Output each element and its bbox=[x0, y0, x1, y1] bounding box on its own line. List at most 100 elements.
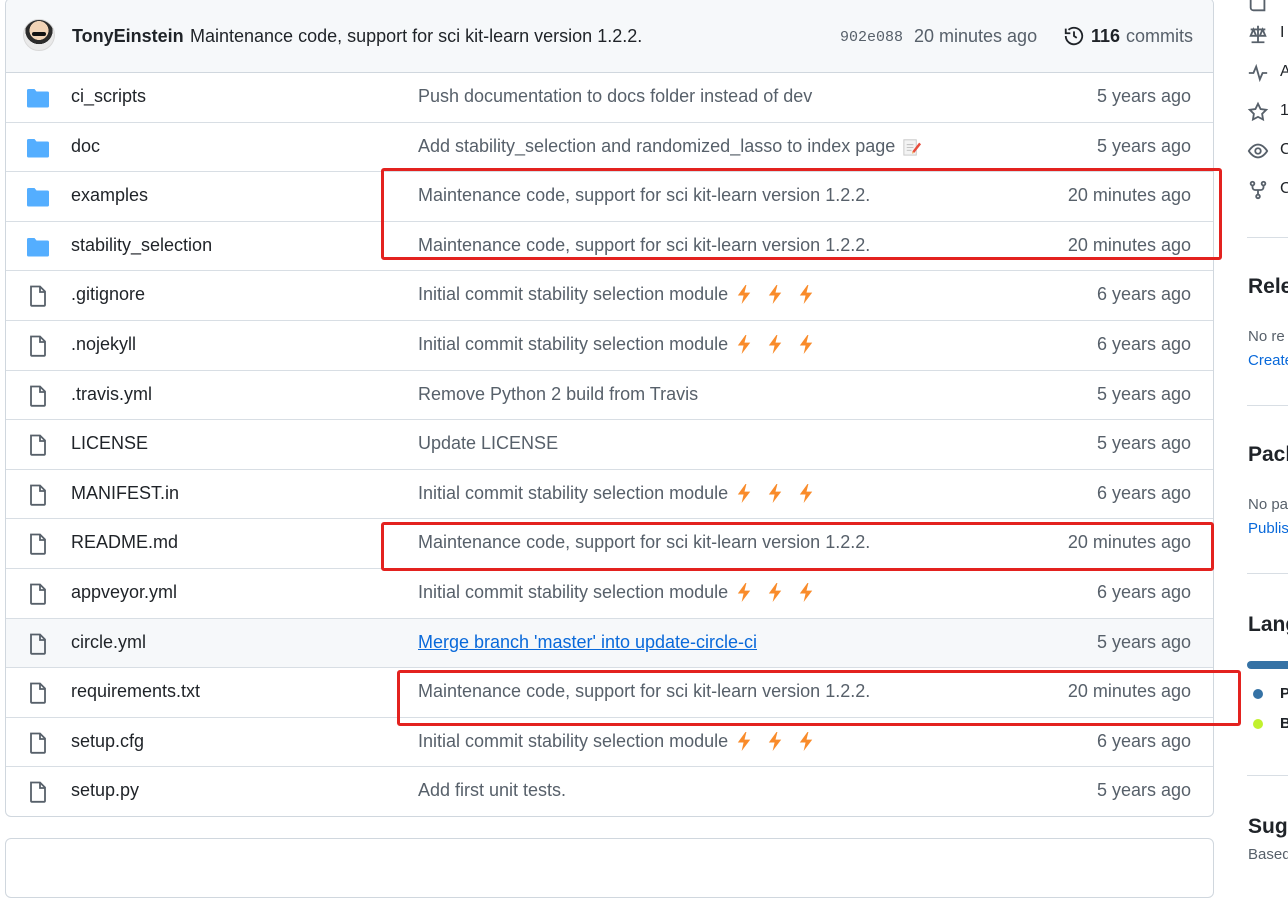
file-name-link[interactable]: MANIFEST.in bbox=[71, 483, 179, 504]
commit-message-text: Maintenance code, support for sci kit-le… bbox=[418, 681, 871, 702]
file-row[interactable]: doc Add stability_selection and randomize… bbox=[6, 123, 1213, 173]
file-icon bbox=[26, 434, 50, 456]
file-row[interactable]: appveyor.yml Initial commit stability sel… bbox=[6, 569, 1213, 619]
commit-message-link[interactable]: Merge branch 'master' into update-circle… bbox=[418, 632, 757, 653]
commit-time[interactable]: 5 years ago bbox=[1097, 632, 1191, 653]
packages-heading[interactable]: Pack bbox=[1248, 443, 1288, 467]
create-release-link[interactable]: Create bbox=[1248, 352, 1288, 369]
commit-message-text: Maintenance code, support for sci kit-le… bbox=[418, 532, 871, 553]
commit-message[interactable]: Maintenance code, support for sci kit-le… bbox=[190, 26, 642, 47]
publish-package-link[interactable]: Publis bbox=[1248, 520, 1288, 537]
language-bar bbox=[1247, 661, 1288, 669]
commit-time[interactable]: 20 minutes ago bbox=[1068, 681, 1191, 702]
commit-message-link[interactable]: Initial commit stability selection modul… bbox=[418, 731, 817, 752]
folder-icon bbox=[26, 87, 50, 109]
commit-message-text: Update LICENSE bbox=[418, 433, 559, 454]
language-label[interactable]: P bbox=[1280, 685, 1288, 702]
commit-message-link[interactable]: Maintenance code, support for sci kit-le… bbox=[418, 681, 870, 702]
file-name-link[interactable]: .nojekyll bbox=[71, 334, 136, 355]
file-name-link[interactable]: ci_scripts bbox=[71, 86, 146, 107]
commit-time: 20 minutes ago bbox=[914, 26, 1038, 46]
commit-message-link[interactable]: Maintenance code, support for sci kit-le… bbox=[418, 532, 870, 553]
commit-message-link[interactable]: Maintenance code, support for sci kit-le… bbox=[418, 235, 870, 256]
file-row[interactable]: setup.cfg Initial commit stability select… bbox=[6, 718, 1213, 768]
commit-message-link[interactable]: Initial commit stability selection modul… bbox=[418, 582, 817, 603]
zap-emoji-icon bbox=[734, 731, 755, 752]
zap-emoji-icon bbox=[734, 284, 755, 305]
commit-message-link[interactable]: Initial commit stability selection modul… bbox=[418, 334, 817, 355]
commit-time[interactable]: 5 years ago bbox=[1097, 136, 1191, 157]
file-row[interactable]: LICENSE Update LICENSE 5 years ago bbox=[6, 420, 1213, 470]
law-icon bbox=[1249, 25, 1267, 44]
commit-time[interactable]: 20 minutes ago bbox=[1068, 235, 1191, 256]
file-row[interactable]: MANIFEST.in Initial commit stability sele… bbox=[6, 470, 1213, 520]
file-row[interactable]: examples Maintenance code, support for sc… bbox=[6, 172, 1213, 222]
commit-time[interactable]: 20 minutes ago bbox=[1068, 532, 1191, 553]
file-row[interactable]: stability_selection Maintenance code, sup… bbox=[6, 222, 1213, 272]
file-row[interactable]: README.md Maintenance code, support for s… bbox=[6, 519, 1213, 569]
commit-time[interactable]: 5 years ago bbox=[1097, 780, 1191, 801]
author-avatar[interactable] bbox=[23, 19, 55, 51]
file-icon bbox=[26, 633, 50, 655]
file-name-link[interactable]: setup.cfg bbox=[71, 731, 144, 752]
language-label[interactable]: B bbox=[1280, 715, 1288, 732]
commit-message-link[interactable]: Initial commit stability selection modul… bbox=[418, 284, 817, 305]
commit-message-link[interactable]: Update LICENSE bbox=[418, 433, 558, 454]
commit-count: 116 bbox=[1091, 25, 1121, 46]
file-name-link[interactable]: circle.yml bbox=[71, 632, 146, 653]
file-name-link[interactable]: appveyor.yml bbox=[71, 582, 177, 603]
sidebar-fragment: I bbox=[1280, 24, 1285, 41]
file-row[interactable]: circle.yml Merge branch 'master' into upd… bbox=[6, 618, 1213, 669]
file-row[interactable]: setup.py Add first unit tests. 5 years ago bbox=[6, 767, 1213, 816]
commit-time[interactable]: 6 years ago bbox=[1097, 731, 1191, 752]
commit-time[interactable]: 5 years ago bbox=[1097, 433, 1191, 454]
suggested-heading: Sugg bbox=[1248, 815, 1288, 838]
commit-time[interactable]: 6 years ago bbox=[1097, 483, 1191, 504]
commit-author[interactable]: TonyEinstein bbox=[72, 26, 184, 47]
commits-label: commits bbox=[1126, 25, 1194, 46]
commit-message-text: Maintenance code, support for sci kit-le… bbox=[418, 185, 871, 206]
commit-message-link[interactable]: Maintenance code, support for sci kit-le… bbox=[418, 185, 870, 206]
commits-count-link[interactable]: 116 commits bbox=[1063, 23, 1193, 49]
file-row[interactable]: ci_scripts Push documentation to docs fol… bbox=[6, 73, 1213, 123]
commit-message-text: Push documentation to docs folder instea… bbox=[418, 86, 813, 106]
repo-sidebar: I A 1 C C Rele No re Create Pack No pa P… bbox=[1232, 0, 1288, 867]
divider bbox=[1247, 405, 1288, 406]
sidebar-fragment: C bbox=[1280, 141, 1288, 158]
commit-message-link[interactable]: Push documentation to docs folder instea… bbox=[418, 86, 812, 107]
releases-heading[interactable]: Rele bbox=[1248, 275, 1288, 299]
zap-emoji-icon bbox=[765, 284, 786, 305]
commit-message-link[interactable]: Remove Python 2 build from Travis bbox=[418, 384, 698, 405]
file-name-link[interactable]: stability_selection bbox=[71, 235, 212, 256]
commit-time[interactable]: 5 years ago bbox=[1097, 384, 1191, 405]
commit-time[interactable]: 6 years ago bbox=[1097, 582, 1191, 603]
file-name-link[interactable]: requirements.txt bbox=[71, 681, 200, 702]
file-name-link[interactable]: LICENSE bbox=[71, 433, 148, 454]
file-row[interactable]: requirements.txt Maintenance code, suppor… bbox=[6, 668, 1213, 718]
file-row[interactable]: .nojekyll Initial commit stability select… bbox=[6, 321, 1213, 371]
commit-time[interactable]: 6 years ago bbox=[1097, 334, 1191, 355]
file-icon bbox=[26, 781, 50, 804]
file-row[interactable]: .travis.yml Remove Python 2 build from Tr… bbox=[6, 371, 1213, 421]
commit-time[interactable]: 20 minutes ago bbox=[1068, 185, 1191, 206]
zap-emoji-icon bbox=[796, 483, 817, 504]
commit-time[interactable]: 5 years ago bbox=[1097, 86, 1191, 107]
commit-message-link[interactable]: Initial commit stability selection modul… bbox=[418, 483, 817, 504]
zap-emoji-icon bbox=[765, 731, 786, 752]
file-name-link[interactable]: README.md bbox=[71, 532, 178, 553]
file-row[interactable]: .gitignore Initial commit stability selec… bbox=[6, 271, 1213, 321]
commit-message-link[interactable]: Add first unit tests. bbox=[418, 780, 566, 801]
commit-message-text: Remove Python 2 build from Travis bbox=[418, 383, 699, 404]
file-name-link[interactable]: examples bbox=[71, 185, 148, 206]
file-name-link[interactable]: .travis.yml bbox=[71, 384, 152, 405]
divider bbox=[1247, 775, 1288, 776]
zap-emoji-icon bbox=[734, 582, 755, 603]
file-name-link[interactable]: .gitignore bbox=[71, 284, 145, 305]
file-icon bbox=[26, 732, 50, 754]
file-name-link[interactable]: doc bbox=[71, 136, 100, 157]
commit-sha[interactable]: 902e088 bbox=[840, 29, 903, 46]
commit-message-text: Merge branch 'master' into update-circle… bbox=[418, 631, 758, 652]
commit-time[interactable]: 6 years ago bbox=[1097, 284, 1191, 305]
commit-message-link[interactable]: Add stability_selection and randomized_l… bbox=[418, 136, 922, 157]
file-name-link[interactable]: setup.py bbox=[71, 780, 139, 801]
